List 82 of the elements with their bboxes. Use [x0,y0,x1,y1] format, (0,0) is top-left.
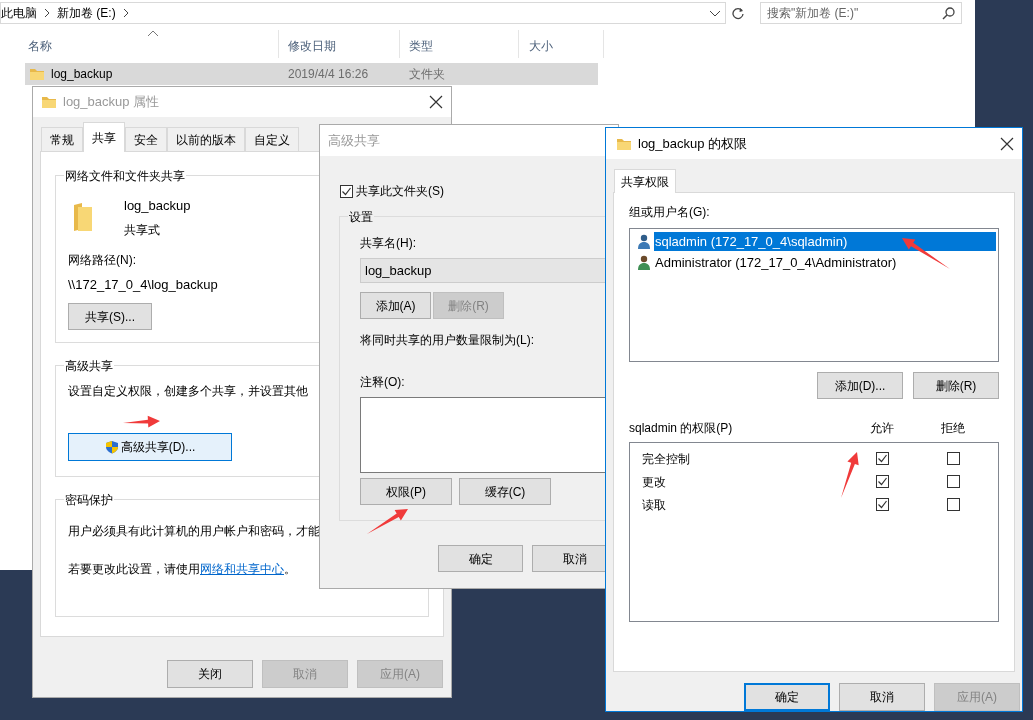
sort-caret-icon [147,30,159,37]
breadcrumb-item[interactable]: 此电脑 [1,4,37,22]
column-header[interactable]: 大小 [529,37,553,53]
file-date: 2019/4/4 16:26 [288,66,370,83]
search-icon [942,6,955,20]
close-icon [429,95,443,109]
user-icon [637,254,651,271]
cancel-button[interactable]: 取消 [839,683,925,711]
dropdown-icon [709,10,721,18]
refresh-icon [732,7,745,20]
group-title: 设置 [348,208,374,226]
search-field[interactable]: 搜索"新加卷 (E:)" [760,2,962,24]
column-header[interactable]: 修改日期 [288,37,336,53]
field-label: 注释(O): [360,374,405,391]
tab[interactable]: 共享 [83,122,125,152]
shield-icon [104,439,119,455]
group-title: 网络文件和文件夹共享 [64,167,186,185]
window-title: log_backup 属性 [63,93,161,112]
ok-button[interactable]: 确定 [438,545,523,572]
allow-checkbox[interactable] [876,452,889,465]
deny-checkbox[interactable] [947,475,960,488]
user-name: Administrator (172_17_0_4\Administrator) [654,253,898,272]
user-list-item[interactable]: Administrator (172_17_0_4\Administrator) [632,252,996,273]
permission-name: 读取 [642,496,667,514]
column-header[interactable]: 类型 [409,37,433,53]
deny-checkbox[interactable] [947,452,960,465]
breadcrumb-item[interactable]: 新加卷 (E:) [57,4,116,22]
tab[interactable]: 安全 [125,127,167,151]
field-label: 将同时共享的用户数量限制为(L): [360,332,534,349]
allow-checkbox[interactable] [876,475,889,488]
column-header: 拒绝 [941,420,965,437]
permission-name: 完全控制 [642,450,691,468]
folder-icon [41,94,57,110]
close-icon [1000,136,1014,151]
field-label: sqladmin 的权限(P) [629,420,734,437]
close-button[interactable]: 关闭 [167,660,253,688]
allow-checkbox[interactable] [876,498,889,511]
annotation-arrow [902,238,950,269]
network-path: \\172_17_0_4\log_backup [68,275,218,294]
add-button[interactable]: 添加(D)... [817,372,903,399]
cache-button[interactable]: 缓存(C) [459,478,551,505]
deny-checkbox[interactable] [947,498,960,511]
tab[interactable]: 常规 [41,127,83,151]
description-text: 若要更改此设置，请使用网络和共享中心。 [68,561,296,578]
annotation-arrow [841,452,859,498]
chevron-icon [43,7,51,19]
checkbox[interactable] [340,184,353,198]
ok-button[interactable]: 确定 [744,683,830,711]
folder-icon [72,201,94,233]
window-title: 高级共享 [328,131,380,150]
network-center-link[interactable]: 网络和共享中心 [200,562,284,576]
search-placeholder: 搜索"新加卷 (E:)" [767,5,860,22]
tab[interactable]: 自定义 [245,127,299,151]
share-status: 共享式 [124,221,161,239]
file-row[interactable]: log_backup 2019/4/4 16:26 文件夹 [25,63,598,85]
column-header[interactable]: 名称 [28,37,52,53]
share-button[interactable]: 共享(S)... [68,303,152,330]
group-title: 高级共享 [64,357,114,375]
tab[interactable]: 以前的版本 [167,127,245,151]
window-title: log_backup 的权限 [638,134,749,153]
annotation-arrow [367,509,408,534]
tab[interactable]: 共享权限 [614,169,676,193]
file-type: 文件夹 [409,66,445,83]
permission-name: 更改 [642,473,667,491]
column-header: 允许 [870,420,895,437]
folder-icon [29,66,45,82]
permissions-button[interactable]: 权限(P) [360,478,452,505]
field-label: 共享名(H): [360,235,416,252]
chevron-icon [121,7,130,19]
field-label: 网络路径(N): [68,251,136,269]
description-text: 设置自定义权限，创建多个共享，并设置其他 [68,383,308,400]
add-button[interactable]: 添加(A) [360,292,431,319]
folder-name: log_backup [124,197,191,215]
address-bar[interactable]: 此电脑 新加卷 (E:) [0,2,726,24]
checkbox-label: 共享此文件夹(S) [356,183,444,200]
remove-button[interactable]: 删除(R) [913,372,999,399]
group-title: 密码保护 [64,491,114,509]
user-icon [637,233,651,250]
file-name: log_backup [51,66,113,83]
field-label: 组或用户名(G): [629,204,711,221]
description-text: 用户必须具有此计算机的用户帐户和密码，才能 [68,523,320,540]
advanced-sharing-button[interactable]: 高级共享(D)... [68,433,232,461]
